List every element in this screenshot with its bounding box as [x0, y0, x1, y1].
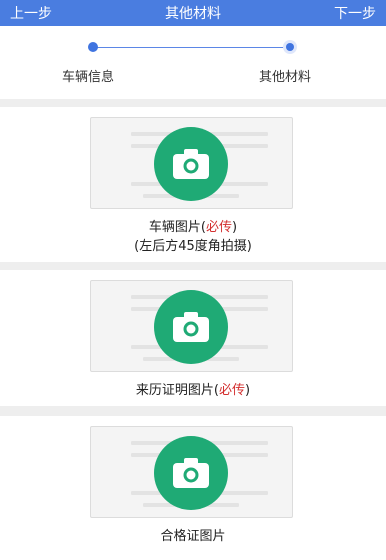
section-divider — [0, 99, 386, 107]
top-bar: 上一步 其他材料 下一步 — [0, 0, 386, 26]
vehicle-photo-caption: 车辆图片(必传) — [148, 220, 238, 235]
section-divider — [0, 406, 386, 416]
vehicle-photo-hint: (左后方45度角拍摄) — [134, 239, 252, 254]
origin-proof-upload[interactable] — [90, 280, 293, 372]
step-progress-line — [93, 47, 291, 48]
vehicle-photo-upload[interactable] — [90, 117, 293, 209]
camera-icon — [154, 290, 228, 364]
step-1-dot — [88, 42, 98, 52]
section-divider — [0, 262, 386, 270]
certificate-upload[interactable] — [90, 426, 293, 518]
step-1-label: 车辆信息 — [62, 70, 115, 85]
next-step-button[interactable]: 下一步 — [334, 3, 376, 23]
previous-step-button[interactable]: 上一步 — [10, 3, 52, 23]
camera-icon — [154, 127, 228, 201]
step-2-label: 其他材料 — [259, 70, 312, 85]
certificate-section: 合格证图片 — [0, 416, 386, 560]
step-2-dot-active — [283, 40, 297, 54]
origin-proof-caption: 来历证明图片(必传) — [135, 383, 251, 398]
required-mark: 必传 — [206, 220, 233, 235]
origin-proof-section: 来历证明图片(必传) — [0, 270, 386, 406]
page-title: 其他材料 — [165, 6, 221, 22]
step-indicator: 车辆信息 其他材料 — [0, 26, 386, 99]
vehicle-photo-section: 车辆图片(必传) (左后方45度角拍摄) — [0, 107, 386, 262]
required-mark: 必传 — [219, 383, 246, 398]
certificate-caption: 合格证图片 — [160, 529, 226, 544]
camera-icon — [154, 436, 228, 510]
